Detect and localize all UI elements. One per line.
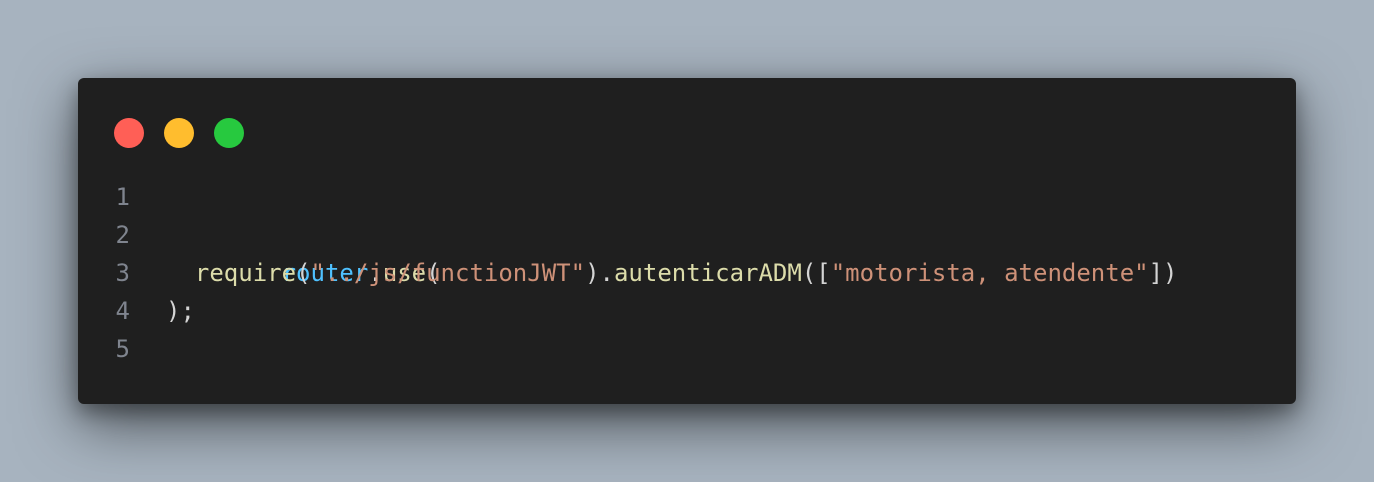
code-line: 1 (78, 178, 1296, 216)
line-source: ); (130, 292, 195, 330)
line-number: 3 (115, 259, 130, 287)
minimize-dot-icon[interactable] (164, 118, 194, 148)
code-line: 4 ); (78, 292, 1296, 330)
maximize-dot-icon[interactable] (214, 118, 244, 148)
code-line: 3 require("../js/functionJWT").autentica… (78, 254, 1296, 292)
code-token: "motorista, atendente" (830, 259, 1149, 287)
code-line: 2 router.use( (78, 216, 1296, 287)
code-token: autenticarADM (613, 259, 802, 287)
line-number: 2 (115, 221, 130, 249)
code-block: 1 2 router.use( 3 require("../js/functio… (78, 178, 1296, 368)
code-token: "../js/functionJWT" (310, 259, 586, 287)
line-number: 5 (115, 335, 130, 363)
close-dot-icon[interactable] (114, 118, 144, 148)
code-line: 5 (78, 330, 1296, 368)
code-token: require (194, 259, 297, 287)
code-token: ); (166, 297, 195, 325)
line-source: require("../js/functionJWT").autenticarA… (130, 254, 1178, 292)
code-token: ( (296, 259, 311, 287)
code-token: ). (585, 259, 614, 287)
window-controls (114, 118, 244, 148)
code-window: 1 2 router.use( 3 require("../js/functio… (78, 78, 1296, 404)
code-token: ([ (801, 259, 831, 287)
code-token: ]) (1148, 259, 1178, 287)
line-source (130, 330, 166, 368)
line-number: 4 (115, 297, 130, 325)
line-number: 1 (115, 183, 130, 211)
line-source: router.use( (130, 216, 441, 287)
line-source (130, 178, 166, 216)
